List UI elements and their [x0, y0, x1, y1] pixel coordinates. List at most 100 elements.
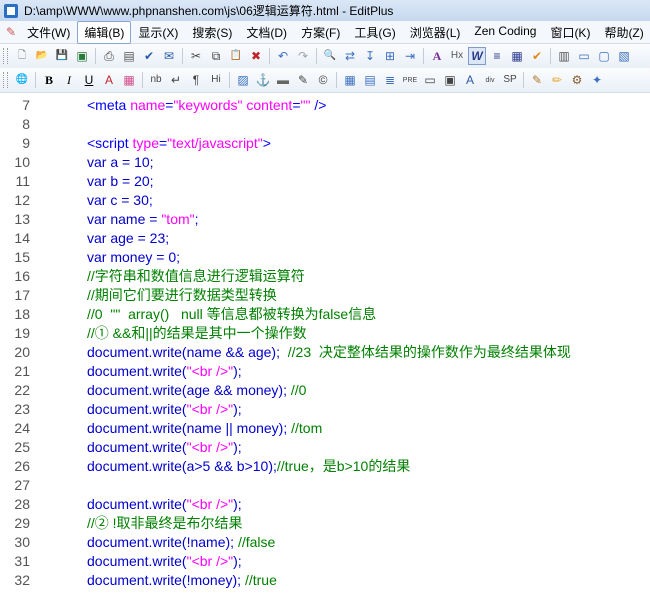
wizard-icon[interactable]: ✦ [588, 71, 606, 89]
save-all-icon[interactable]: ▣ [73, 47, 91, 65]
div-icon[interactable]: div [481, 71, 499, 89]
hex-view-icon[interactable]: Hx [448, 47, 466, 65]
code-line[interactable]: document.write(!name); //false [87, 533, 275, 552]
window-icon[interactable]: ▭ [575, 47, 593, 65]
code-line[interactable]: var name = "tom"; [87, 210, 199, 229]
send-icon[interactable]: ✉ [160, 47, 178, 65]
menu-item[interactable]: 文件(W) [20, 21, 77, 44]
color-palette-icon[interactable]: ▦ [120, 71, 138, 89]
code-line[interactable]: //② !取非最终是布尔结果 [87, 514, 243, 533]
browser-icon[interactable]: 🌐 [13, 71, 31, 89]
form-icon[interactable]: ▭ [421, 71, 439, 89]
check-mark-icon[interactable]: ✔ [528, 47, 546, 65]
menu-item[interactable]: 方案(F) [294, 21, 347, 44]
pre-icon[interactable]: PRE [401, 71, 419, 89]
special-char-icon[interactable]: © [314, 71, 332, 89]
find-files-icon[interactable]: ⊞ [381, 47, 399, 65]
image-icon[interactable]: ▨ [234, 71, 252, 89]
menu-item[interactable]: 编辑(B) [77, 20, 132, 44]
toolbar-grip[interactable] [3, 72, 8, 88]
copy-icon[interactable]: ⧉ [207, 47, 225, 65]
pencil-icon[interactable]: ✎ [6, 25, 16, 39]
code-line[interactable]: var c = 30; [87, 191, 153, 210]
cliptext-icon[interactable]: ▧ [615, 47, 633, 65]
line-number: 7 [22, 97, 30, 113]
toolbar-grip[interactable] [3, 48, 8, 64]
center-icon[interactable]: ≣ [381, 71, 399, 89]
save-icon[interactable]: 💾 [53, 47, 71, 65]
span-icon[interactable]: SP [501, 71, 519, 89]
goto-icon[interactable]: ⇥ [401, 47, 419, 65]
code-line[interactable]: //0 "" array() null 等信息都被转换为false信息 [87, 305, 376, 324]
code-editor[interactable]: 7 8 9 10 11 12 13 14 15 16 17 18 19 20 21 22 23 24 25 26 27 2… [0, 93, 650, 593]
menu-item[interactable]: Zen Coding [467, 21, 543, 44]
indent-icon[interactable]: ≡ [488, 47, 506, 65]
settings-icon[interactable]: ⚙ [568, 71, 586, 89]
edit-tag-icon[interactable]: ✎ [528, 71, 546, 89]
code-line[interactable]: var money = 0; [87, 248, 180, 267]
code-line[interactable]: //① &&和||的结果是其中一个操作数 [87, 324, 307, 343]
code-line[interactable]: document.write("<br />"); [87, 400, 242, 419]
code-line[interactable]: document.write("<br />"); [87, 495, 242, 514]
code-line[interactable]: <script type="text/javascript"> [87, 134, 271, 153]
code-line[interactable]: document.write("<br />"); [87, 362, 242, 381]
undo-icon[interactable]: ↶ [274, 47, 292, 65]
code-line[interactable]: document.write(name || money); //tom [87, 419, 322, 438]
code-line[interactable]: document.write(age && money); //0 [87, 381, 306, 400]
font-icon[interactable]: A [428, 47, 446, 65]
table-row-icon[interactable]: ▤ [361, 71, 379, 89]
spell-check-icon[interactable]: ✔ [140, 47, 158, 65]
bold-icon[interactable]: B [40, 71, 58, 89]
menu-item[interactable]: 帮助(Z) [597, 21, 650, 44]
find-icon[interactable]: 🔍 [321, 47, 339, 65]
code-line[interactable]: var a = 10; [87, 153, 154, 172]
code-line[interactable]: var age = 23; [87, 229, 169, 248]
code-token: //false [237, 534, 276, 550]
anchor-icon[interactable]: ⚓ [254, 71, 272, 89]
print-icon[interactable]: ⎙ [100, 47, 118, 65]
underline-icon[interactable]: U [80, 71, 98, 89]
code-line[interactable]: var b = 20; [87, 172, 154, 191]
input-icon[interactable]: ▣ [441, 71, 459, 89]
new-file-icon[interactable]: 🗋 [13, 47, 31, 65]
column-select-icon[interactable]: ▦ [508, 47, 526, 65]
redo-icon[interactable]: ↷ [294, 47, 312, 65]
cut-icon[interactable]: ✂ [187, 47, 205, 65]
menu-item[interactable]: 搜索(S) [185, 21, 239, 44]
code-line[interactable]: document.write("<br />"); [87, 438, 242, 457]
paragraph-icon[interactable]: ¶ [187, 71, 205, 89]
code-line[interactable]: <meta name="keywords" content="" /> [87, 96, 326, 115]
code-line[interactable]: document.write(!money); //true [87, 571, 277, 590]
code-line[interactable]: document.write(name && age); //23 决定整体结果… [87, 343, 571, 362]
menu-item[interactable]: 窗口(K) [543, 21, 597, 44]
output-icon[interactable]: ▢ [595, 47, 613, 65]
word-wrap-icon[interactable]: W [468, 47, 486, 65]
paste-icon[interactable]: 📋 [227, 47, 245, 65]
font-color-icon[interactable]: A [100, 71, 118, 89]
comment-icon[interactable]: ✎ [294, 71, 312, 89]
delete-icon[interactable]: ✖ [247, 47, 265, 65]
code-line[interactable]: //期间它们要进行数据类型转换 [87, 286, 277, 305]
menu-item[interactable]: 工具(G) [347, 21, 402, 44]
menu-item[interactable]: 显示(X) [131, 21, 185, 44]
menu-item[interactable]: 浏览器(L) [403, 21, 468, 44]
table-icon[interactable]: ▦ [341, 71, 359, 89]
italic-icon[interactable]: I [60, 71, 78, 89]
menu-items: 文件(W) 编辑(B) 显示(X) 搜索(S) 文档(D) 方案(F) 工具(G) 浏览器(L… [20, 20, 650, 44]
code-line[interactable]: document.write(a>5 && b>10);//true，是b>10… [87, 457, 410, 476]
list-icon[interactable]: ▥ [555, 47, 573, 65]
script-icon[interactable]: A [461, 71, 479, 89]
line-break-icon[interactable]: ↵ [167, 71, 185, 89]
horizontal-rule-icon[interactable]: ▬ [274, 71, 292, 89]
code-line[interactable]: document.write("<br />"); [87, 552, 242, 571]
menu-item[interactable]: 文档(D) [239, 21, 294, 44]
pencil-icon[interactable]: ✏ [548, 71, 566, 89]
replace-icon[interactable]: ⇄ [341, 47, 359, 65]
code-area[interactable]: <meta name="keywords" content="" /> <scri… [46, 93, 650, 593]
open-folder-icon[interactable]: 📂 [33, 47, 51, 65]
goto-line-icon[interactable]: ↧ [361, 47, 379, 65]
print-preview-icon[interactable]: ▤ [120, 47, 138, 65]
code-line[interactable]: //字符串和数值信息进行逻辑运算符 [87, 267, 305, 286]
nbsp-icon[interactable]: nb [147, 71, 165, 89]
heading-icon[interactable]: Hi [207, 71, 225, 89]
